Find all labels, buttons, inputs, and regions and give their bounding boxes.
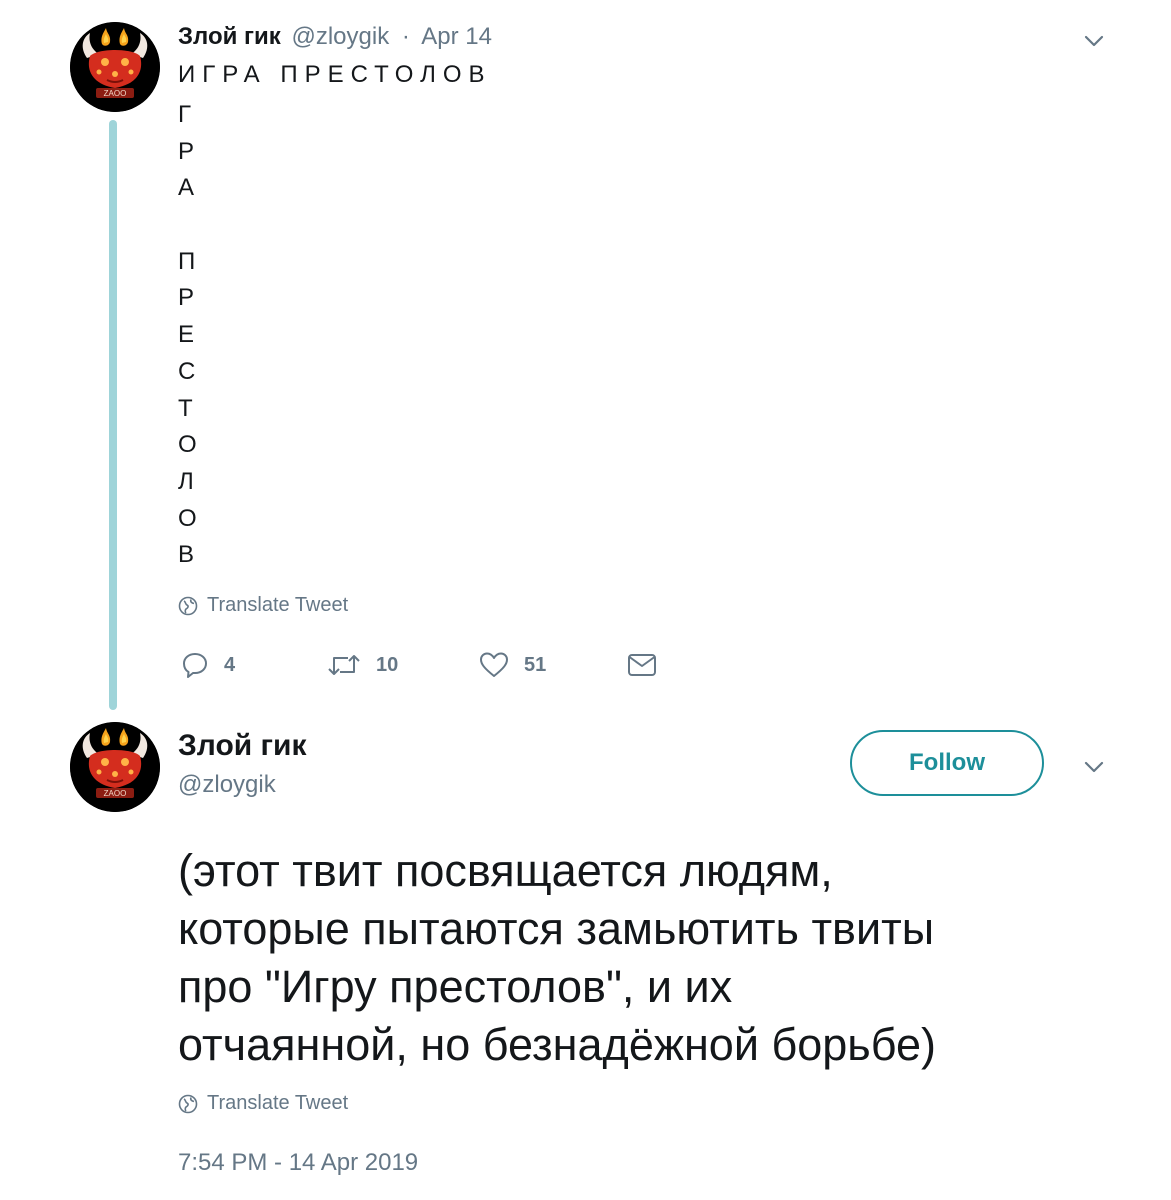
like-button[interactable]: 51 bbox=[478, 647, 546, 683]
reply-count: 4 bbox=[224, 653, 236, 676]
vertical-letter: О bbox=[178, 504, 197, 532]
reply-icon bbox=[183, 653, 207, 678]
retweet-count: 10 bbox=[376, 653, 399, 676]
translate-label: Translate Tweet bbox=[207, 1092, 349, 1114]
globe-icon bbox=[178, 1094, 198, 1113]
retweet-icon bbox=[328, 655, 360, 675]
tweet-text-line: которые пытаются замьютить твиты bbox=[178, 903, 935, 954]
tweet-text-line: отчаянной, но безнадёжной борьбе) bbox=[178, 1019, 937, 1070]
author-avatar[interactable]: ZAOO bbox=[70, 722, 160, 812]
tweet1-more-button[interactable] bbox=[1080, 32, 1108, 50]
vertical-letter: С bbox=[178, 357, 196, 385]
retweet-button[interactable]: 10 bbox=[326, 647, 398, 683]
avatar-badge-text: ZAOO bbox=[104, 789, 127, 798]
heart-icon bbox=[480, 652, 508, 677]
chevron-down-icon bbox=[1084, 35, 1104, 47]
tweet1-translate-link[interactable]: Translate Tweet bbox=[178, 594, 348, 617]
vertical-letter: П bbox=[178, 247, 196, 275]
vertical-letter: Т bbox=[178, 394, 193, 422]
tweet1-header: Злой гик @zloygik · Apr 14 bbox=[178, 22, 492, 52]
tweet-text-line: (этот твит посвящается людям, bbox=[178, 845, 833, 896]
chevron-down-icon bbox=[1084, 761, 1104, 773]
tweet1-title-line: ИГРА ПРЕСТОЛОВ bbox=[178, 61, 492, 88]
tweet2-translate-link[interactable]: Translate Tweet bbox=[178, 1092, 348, 1115]
tweet1-vertical-text: Г Р А П Р Е С Т О Л О В bbox=[178, 97, 218, 574]
globe-icon bbox=[178, 596, 198, 615]
follow-button[interactable]: Follow bbox=[850, 730, 1044, 796]
vertical-letter: В bbox=[178, 541, 195, 569]
author-name[interactable]: Злой гик bbox=[178, 728, 307, 764]
devil-logo-icon: ZAOO bbox=[70, 22, 160, 112]
vertical-letter: Л bbox=[178, 467, 194, 495]
vertical-letter: А bbox=[178, 174, 195, 202]
direct-message-button[interactable] bbox=[626, 647, 658, 683]
author-name[interactable]: Злой гик bbox=[178, 23, 281, 50]
tweet-timestamp[interactable]: 7:54 PM - 14 Apr 2019 bbox=[178, 1148, 418, 1178]
author-avatar[interactable]: ZAOO bbox=[70, 22, 160, 112]
envelope-icon bbox=[628, 654, 656, 676]
translate-label: Translate Tweet bbox=[207, 594, 349, 616]
vertical-letter: Е bbox=[178, 321, 195, 349]
tweet-text-line: про "Игру престолов", и их bbox=[178, 961, 733, 1012]
vertical-letter: Р bbox=[178, 284, 195, 312]
avatar-badge-text: ZAOO bbox=[104, 89, 127, 98]
reply-button[interactable]: 4 bbox=[180, 647, 235, 683]
devil-logo-icon: ZAOO bbox=[70, 722, 160, 812]
tweet2-more-button[interactable] bbox=[1080, 758, 1108, 776]
vertical-letter: Г bbox=[178, 101, 191, 128]
author-handle[interactable]: @zloygik bbox=[291, 23, 389, 50]
vertical-letter: О bbox=[178, 431, 197, 459]
vertical-letter: Р bbox=[178, 137, 195, 165]
like-count: 51 bbox=[524, 653, 547, 676]
thread-connector-line bbox=[109, 120, 117, 710]
vertical-letter-blank bbox=[178, 207, 218, 244]
tweet-date[interactable]: Apr 14 bbox=[421, 23, 492, 50]
tweet2-text: (этот твит посвящается людям, которые пы… bbox=[178, 842, 1138, 1074]
author-handle[interactable]: @zloygik bbox=[178, 770, 276, 800]
header-separator: · bbox=[401, 23, 410, 50]
